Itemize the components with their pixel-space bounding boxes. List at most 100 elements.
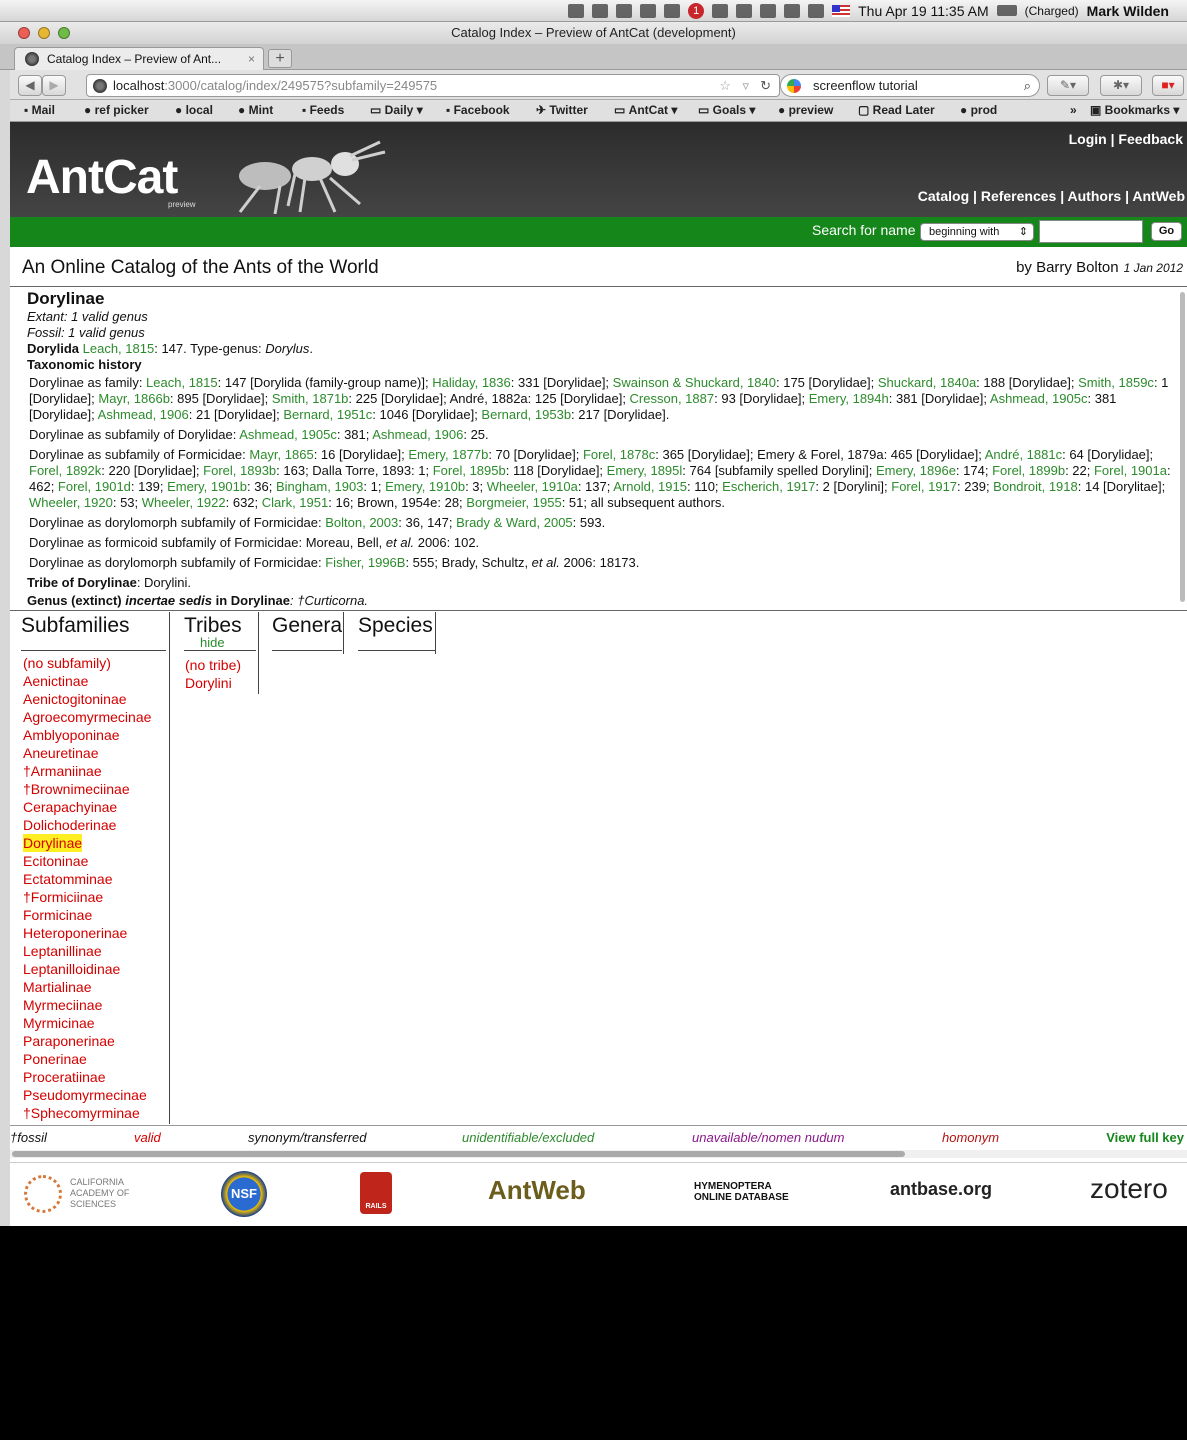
bookmark-mail[interactable]: ▪ Mail [24, 100, 55, 120]
battery-icon[interactable] [996, 5, 1017, 16]
subfamily-item[interactable]: Formicinae [23, 906, 151, 924]
close-window-button[interactable] [18, 27, 30, 39]
url-dropdown-icon[interactable]: ▿ [742, 75, 749, 96]
search-icon[interactable]: ⌕ [1024, 75, 1031, 96]
nav-antweb[interactable]: AntWeb [1132, 188, 1185, 204]
bookmark-star-icon[interactable]: ☆ [719, 75, 731, 96]
type-reference-link[interactable]: Leach, 1815 [83, 341, 155, 356]
go-button[interactable]: Go [1151, 222, 1182, 241]
type-genus-line: Dorylida Leach, 1815: 147. Type-genus: D… [27, 341, 313, 356]
bookmark-folder-daily[interactable]: ▭ Daily ▾ [370, 100, 423, 120]
time-machine-icon[interactable] [784, 3, 801, 18]
extension-pen-button[interactable]: ✎▾ [1047, 75, 1089, 96]
subfamily-item[interactable]: †Sphecomyrminae [23, 1104, 151, 1122]
subfamily-item[interactable]: Dorylinae [23, 834, 151, 852]
hol-logo[interactable]: HYMENOPTERA ONLINE DATABASE [694, 1181, 804, 1203]
subfamily-item[interactable]: Myrmeciinae [23, 996, 151, 1014]
subfamily-item[interactable]: Martialinae [23, 978, 151, 996]
bookmark-local[interactable]: ● local [175, 100, 213, 120]
bookmark-prod[interactable]: ● prod [960, 100, 997, 120]
forward-button[interactable]: ▶ [42, 75, 66, 96]
scrollbar-thumb[interactable] [12, 1151, 905, 1157]
volume-icon[interactable] [808, 3, 825, 18]
wifi-icon[interactable] [736, 3, 753, 18]
bookmark-facebook[interactable]: ▪ Facebook [446, 100, 510, 120]
name-search-input[interactable] [1039, 220, 1143, 243]
nsf-logo[interactable]: NSF [221, 1171, 267, 1217]
network-icon[interactable] [616, 3, 633, 18]
bookmark-folder-antcat[interactable]: ▭ AntCat ▾ [614, 100, 677, 120]
bookmark-twitter[interactable]: ✈ Twitter [536, 100, 588, 120]
nav-catalog[interactable]: Catalog [918, 188, 969, 204]
subfamily-item[interactable]: †Armaniinae [23, 762, 151, 780]
address-bar[interactable]: localhost:3000/catalog/index/249575?subf… [86, 74, 780, 97]
bookmark-preview[interactable]: ● preview [778, 100, 833, 120]
status-icon[interactable] [592, 3, 609, 18]
vertical-scrollbar[interactable] [1180, 292, 1185, 602]
tribe-item[interactable]: (no tribe) [185, 656, 241, 674]
subfamily-item[interactable]: Aenictinae [23, 672, 151, 690]
extension-bug-button[interactable]: ✱▾ [1100, 75, 1142, 96]
tribes-hide-link[interactable]: hide [200, 635, 225, 650]
sync-icon[interactable] [640, 3, 657, 18]
evernote-icon[interactable] [664, 3, 681, 18]
subfamily-item[interactable]: Leptanilloidinae [23, 960, 151, 978]
rails-logo[interactable]: RAILS [360, 1172, 392, 1214]
reload-icon[interactable]: ↻ [760, 75, 771, 96]
subfamily-item[interactable]: Agroecomyrmecinae [23, 708, 151, 726]
bookmark-read-later[interactable]: ▢ Read Later [858, 100, 935, 120]
refresh-icon[interactable] [760, 3, 777, 18]
screen-record-icon[interactable] [568, 3, 585, 18]
bookmark-mint[interactable]: ● Mint [238, 100, 273, 120]
subfamily-item[interactable]: Leptanillinae [23, 942, 151, 960]
antbase-logo[interactable]: antbase.org [890, 1179, 992, 1200]
subfamily-item[interactable]: Amblyoponinae [23, 726, 151, 744]
bookmarks-overflow-icon[interactable]: » [1070, 100, 1077, 120]
zoom-window-button[interactable] [58, 27, 70, 39]
subfamily-item[interactable]: Aneuretinae [23, 744, 151, 762]
login-link[interactable]: Login [1069, 131, 1107, 147]
subfamily-item[interactable]: Myrmicinae [23, 1014, 151, 1032]
view-full-key-link[interactable]: View full key [1106, 1126, 1184, 1150]
subfamily-item[interactable]: Paraponerinae [23, 1032, 151, 1050]
tab-close-icon[interactable]: × [248, 48, 255, 70]
subfamily-item[interactable]: Aenictogitoninae [23, 690, 151, 708]
search-field[interactable]: screenflow tutorial ⌕ [780, 74, 1040, 97]
user-name[interactable]: Mark Wilden [1087, 3, 1169, 19]
input-source-flag-icon[interactable] [832, 4, 851, 17]
dropbox-icon[interactable] [712, 3, 729, 18]
notification-badge[interactable]: 1 [688, 2, 705, 19]
subfamily-item[interactable]: Dolichoderinae [23, 816, 151, 834]
subfamily-item[interactable]: (no subfamily) [23, 654, 151, 672]
back-button[interactable]: ◀ [18, 75, 42, 96]
bookmarks-menu[interactable]: ▣ Bookmarks ▾ [1090, 100, 1179, 120]
subfamily-item[interactable]: Proceratiinae [23, 1068, 151, 1086]
google-icon[interactable] [787, 79, 801, 93]
tab-catalog-index[interactable]: Catalog Index – Preview of Ant... × [14, 47, 264, 70]
nav-authors[interactable]: Authors [1068, 188, 1122, 204]
subfamily-item[interactable]: Ponerinae [23, 1050, 151, 1068]
subfamily-item[interactable]: Ecitoninae [23, 852, 151, 870]
horizontal-scrollbar[interactable] [10, 1150, 1187, 1158]
nav-references[interactable]: References [981, 188, 1057, 204]
subfamily-item[interactable]: Heteroponerinae [23, 924, 151, 942]
subfamily-item[interactable]: †Brownimeciinae [23, 780, 151, 798]
extension-red-button[interactable]: ■▾ [1152, 75, 1184, 96]
clock[interactable]: Thu Apr 19 11:35 AM [858, 3, 989, 19]
zotero-logo[interactable]: zotero [1090, 1173, 1168, 1205]
minimize-window-button[interactable] [38, 27, 50, 39]
antcat-logo[interactable]: AntCat [26, 150, 178, 205]
subfamily-item[interactable]: Pseudomyrmecinae [23, 1086, 151, 1104]
antweb-logo[interactable]: AntWeb [488, 1175, 586, 1206]
bookmark-feeds[interactable]: ▪ Feeds [302, 100, 344, 120]
feedback-link[interactable]: Feedback [1118, 131, 1183, 147]
subfamily-item[interactable]: †Formiciinae [23, 888, 151, 906]
bookmark-ref-picker[interactable]: ● ref picker [84, 100, 149, 120]
bookmark-folder-goals[interactable]: ▭ Goals ▾ [698, 100, 755, 120]
subfamily-item[interactable]: Ectatomminae [23, 870, 151, 888]
new-tab-button[interactable]: + [268, 49, 292, 68]
tribe-item[interactable]: Dorylini [185, 674, 241, 692]
cas-logo[interactable]: CALIFORNIA ACADEMY OF SCIENCES [70, 1177, 140, 1210]
subfamily-item[interactable]: Cerapachyinae [23, 798, 151, 816]
search-mode-select[interactable]: beginning with ⇕ [920, 223, 1034, 241]
